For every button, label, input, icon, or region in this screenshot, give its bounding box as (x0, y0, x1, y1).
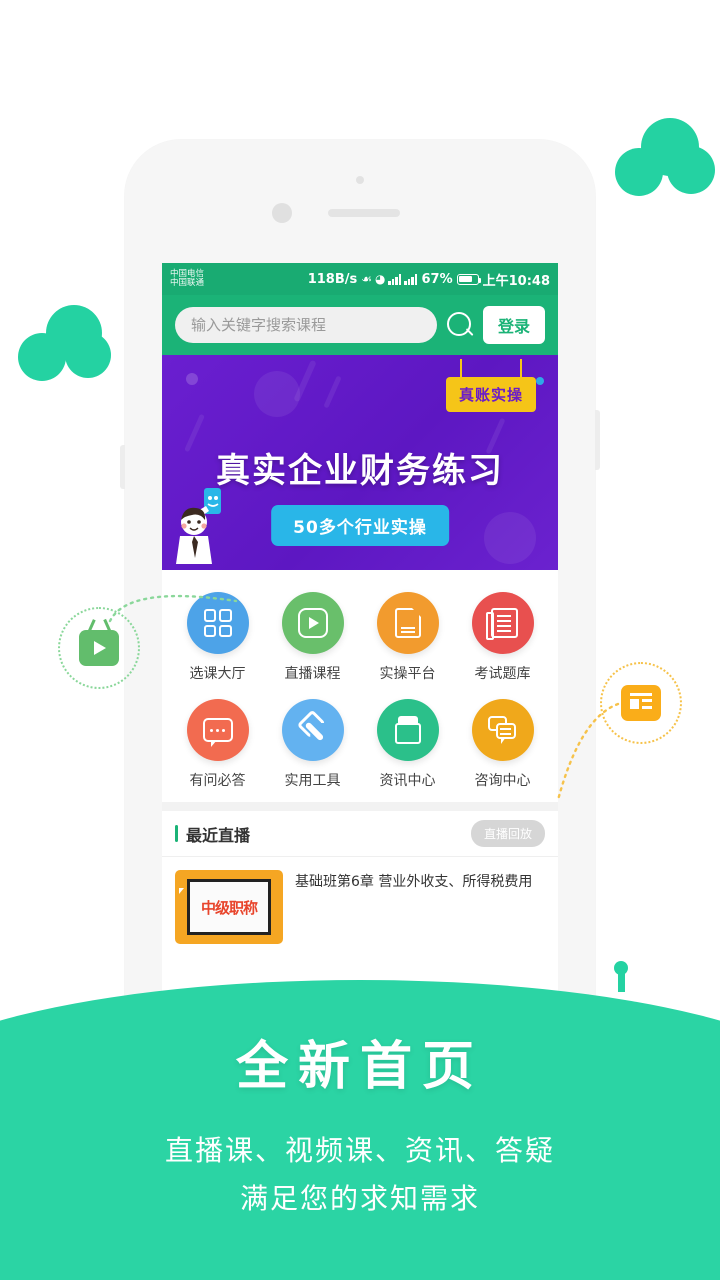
signal-bars-icon-2 (404, 273, 418, 285)
clock: 上午10:48 (482, 273, 550, 289)
grid-item-consult-center[interactable]: 咨询中心 (455, 699, 550, 790)
bluetooth-icon: ☙ (361, 272, 372, 286)
front-camera (272, 203, 292, 223)
grid-label: 选课大厅 (189, 666, 246, 682)
grid-label: 实用工具 (284, 773, 341, 789)
grid-item-live-course[interactable]: 直播课程 (265, 592, 360, 683)
play-triangle-icon (94, 641, 106, 655)
grid-item-news-center[interactable]: 资讯中心 (360, 699, 455, 790)
status-icons: ☙ ◕ (361, 272, 418, 286)
promo-line-2: 满足您的求知需求 (239, 1182, 480, 1215)
phone-screen: 中国电信 中国联通 118B/s ☙ ◕ 67% 上午10:48 输入关键字搜索… (162, 263, 558, 1020)
grid-item-tools[interactable]: 实用工具 (265, 699, 360, 790)
carrier-2: 中国联通 (170, 278, 205, 288)
wrench-icon (281, 699, 344, 761)
battery-percent: 67% (421, 271, 453, 287)
course-title: 基础班第6章 营业外收支、所得税费用 (295, 874, 533, 890)
search-input[interactable] (175, 307, 437, 343)
grid-label: 考试题库 (474, 666, 531, 682)
proximity-sensor (356, 176, 364, 184)
app-store-promo-screenshot: 中国电信 中国联通 118B/s ☙ ◕ 67% 上午10:48 输入关键字搜索… (0, 0, 720, 1280)
banner-subtitle: 50多个行业实操 (271, 505, 449, 546)
grid-item-practice-platform[interactable]: 实操平台 (360, 592, 455, 683)
news-article-icon (621, 685, 661, 721)
promo-headline: 全新首页 (235, 1037, 484, 1097)
tree-decoration-left (18, 305, 113, 381)
banner-dot-1 (186, 373, 198, 385)
replay-button[interactable]: 直播回放 (470, 820, 545, 847)
list-book-icon (471, 592, 534, 654)
network-speed: 118B/s (307, 271, 358, 287)
battery-icon (456, 273, 482, 285)
callout-connector-right (556, 702, 620, 802)
course-thumbnail: 中级职称 (175, 870, 283, 944)
mascot-illustration (176, 488, 221, 564)
wifi-icon: ◕ (375, 272, 386, 286)
messages-icon (471, 699, 534, 761)
grid-item-qa[interactable]: 有问必答 (170, 699, 265, 790)
phone-mockup: 中国电信 中国联通 118B/s ☙ ◕ 67% 上午10:48 输入关键字搜索… (120, 140, 600, 1020)
banner-dot-2 (536, 377, 544, 385)
grid-label: 资讯中心 (379, 773, 436, 789)
grid-label: 有问必答 (189, 773, 246, 789)
banner-badge: 真账实操 (445, 359, 536, 412)
callout-connector-left (108, 594, 238, 623)
banner-circle-2 (484, 512, 536, 564)
section-divider (162, 802, 558, 811)
promo-banner[interactable]: 真账实操 真实企业财务练习 50多个行业实操 (162, 355, 558, 570)
carrier-labels: 中国电信 中国联通 (170, 270, 204, 288)
grid-label: 实操平台 (379, 666, 436, 682)
grid-label: 咨询中心 (474, 773, 531, 789)
section-title: 最近直播 (186, 825, 251, 845)
phone-volume-button (120, 445, 125, 489)
tv-play-icon (79, 630, 119, 666)
signal-bars-icon (388, 273, 402, 285)
status-bar: 中国电信 中国联通 118B/s ☙ ◕ 67% 上午10:48 (162, 263, 558, 295)
login-button[interactable]: 登录 (482, 306, 545, 344)
section-accent-bar (175, 825, 178, 842)
promo-line-1: 直播课、视频课、资讯、答疑 (164, 1134, 555, 1167)
search-header: 登录 (162, 295, 558, 355)
tree-decoration-right (615, 118, 715, 198)
jar-icon (376, 699, 439, 761)
chat-bubble-icon (186, 699, 249, 761)
grid-label: 直播课程 (284, 666, 341, 682)
banner-streak-2 (323, 375, 342, 409)
phone-power-button (595, 410, 600, 470)
banner-streak-1 (293, 359, 317, 403)
promo-text-block: 全新首页 直播课、视频课、资讯、答疑 满足您的求知需求 (0, 1000, 720, 1280)
play-icon (281, 592, 344, 654)
course-list-item[interactable]: 中级职称 基础班第6章 营业外收支、所得税费用 (162, 857, 558, 957)
status-bar-right: 118B/s ☙ ◕ 67% 上午10:48 (308, 270, 550, 289)
banner-title: 真实企业财务练习 (216, 451, 504, 491)
thumbnail-corner-marker (179, 888, 184, 894)
earpiece-speaker (328, 209, 400, 217)
thumbnail-text: 中级职称 (187, 879, 271, 935)
banner-circle-1 (254, 371, 300, 417)
grid-item-question-bank[interactable]: 考试题库 (455, 592, 550, 683)
document-icon (376, 592, 439, 654)
news-glyph (630, 693, 652, 713)
recent-live-header: 最近直播 直播回放 (162, 811, 558, 857)
search-icon[interactable] (445, 310, 475, 340)
